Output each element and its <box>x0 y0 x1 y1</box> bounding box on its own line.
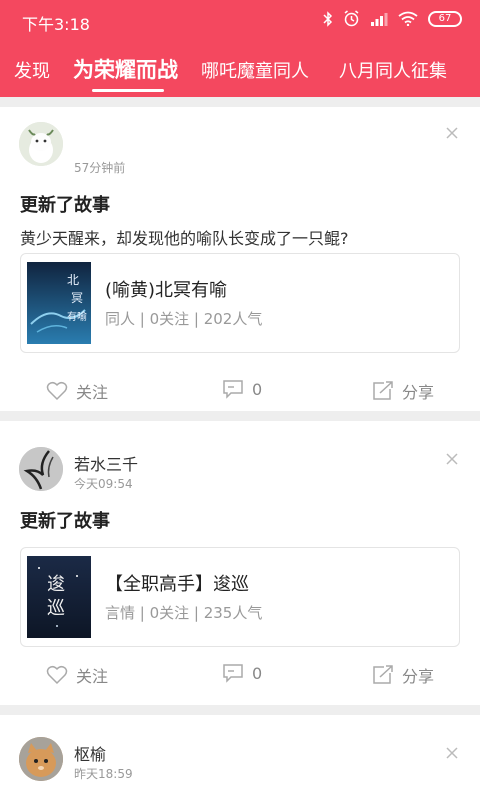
wifi-icon <box>398 11 418 26</box>
feed-card: 57分钟前 更新了故事 黄少天醒来，却发现他的喻队长变成了一只鲲? 北冥有喻 (… <box>0 107 480 411</box>
battery-indicator: 67 <box>428 10 462 27</box>
alarm-icon <box>344 10 359 27</box>
post-actions: 关注 0 分享 <box>0 655 480 695</box>
tab-august-collection[interactable]: 八月同人征集 <box>339 57 447 83</box>
post-time: 昨天18:59 <box>74 767 133 781</box>
svg-text:逡: 逡 <box>47 574 65 595</box>
comment-button[interactable]: 0 <box>222 663 262 683</box>
story-meta: 言情 | 0关注 | 235人气 <box>105 604 263 622</box>
feed-card: 若水三千 今天09:54 更新了故事 逡巡 【全职高手】逡巡 言情 | 0关注 … <box>0 421 480 705</box>
close-icon[interactable] <box>444 745 460 761</box>
share-icon <box>373 665 393 684</box>
share-icon <box>373 381 393 400</box>
post-title: 更新了故事 <box>20 195 110 216</box>
status-time: 下午3:18 <box>22 15 90 34</box>
svg-text:有喻: 有喻 <box>67 310 87 323</box>
heart-icon <box>46 381 68 401</box>
feed-card: 枢榆 昨天18:59 <box>0 715 480 805</box>
comment-count: 0 <box>252 379 263 399</box>
bluetooth-icon <box>323 10 333 27</box>
share-label: 分享 <box>402 383 435 402</box>
post-time: 57分钟前 <box>74 161 126 175</box>
avatar[interactable] <box>19 122 63 166</box>
post-title: 更新了故事 <box>20 511 110 532</box>
close-icon[interactable] <box>444 125 460 141</box>
follow-label: 关注 <box>76 383 109 402</box>
author-name[interactable]: 若水三千 <box>74 451 138 475</box>
follow-label: 关注 <box>76 667 109 686</box>
comment-icon <box>223 664 243 683</box>
story-title: 【全职高手】逡巡 <box>105 574 249 595</box>
svg-text:北: 北 <box>67 273 79 287</box>
tab-fight-for-glory[interactable]: 为荣耀而战 <box>73 54 178 84</box>
status-bar: 下午3:18 67 <box>0 0 480 40</box>
tab-discover[interactable]: 发现 <box>14 57 50 83</box>
svg-text:巡: 巡 <box>47 598 65 619</box>
tab-nezha[interactable]: 哪吒魔童同人 <box>201 57 309 83</box>
story-meta: 同人 | 0关注 | 202人气 <box>105 310 263 328</box>
share-label: 分享 <box>402 667 435 686</box>
post-actions: 关注 0 分享 <box>0 371 480 411</box>
story-title: (喻黄)北冥有喻 <box>105 280 228 301</box>
app-header: 下午3:18 67 发现 为荣耀而战 哪吒魔童同人 八月同人征集 <box>0 0 480 97</box>
share-button[interactable]: 分享 <box>372 663 434 687</box>
story-cover-image: 逡巡 <box>27 556 91 638</box>
close-icon[interactable] <box>444 451 460 467</box>
story-card[interactable]: 北冥有喻 (喻黄)北冥有喻 同人 | 0关注 | 202人气 <box>20 253 460 353</box>
post-time: 今天09:54 <box>74 477 133 491</box>
heart-icon <box>46 665 68 685</box>
story-card[interactable]: 逡巡 【全职高手】逡巡 言情 | 0关注 | 235人气 <box>20 547 460 647</box>
avatar[interactable] <box>19 737 63 781</box>
share-button[interactable]: 分享 <box>372 379 434 403</box>
svg-text:冥: 冥 <box>71 291 83 305</box>
tab-bar: 发现 为荣耀而战 哪吒魔童同人 八月同人征集 <box>0 40 480 97</box>
post-description: 黄少天醒来，却发现他的喻队长变成了一只鲲? <box>20 229 349 248</box>
comment-button[interactable]: 0 <box>222 379 262 399</box>
active-tab-indicator <box>92 89 164 92</box>
comment-count: 0 <box>252 663 263 683</box>
follow-button[interactable]: 关注 <box>46 663 108 687</box>
status-icons: 67 <box>323 10 462 27</box>
comment-icon <box>223 380 243 399</box>
story-cover-image: 北冥有喻 <box>27 262 91 344</box>
avatar[interactable] <box>19 447 63 491</box>
signal-icon <box>371 13 388 26</box>
follow-button[interactable]: 关注 <box>46 379 108 403</box>
author-name[interactable]: 枢榆 <box>74 741 106 765</box>
